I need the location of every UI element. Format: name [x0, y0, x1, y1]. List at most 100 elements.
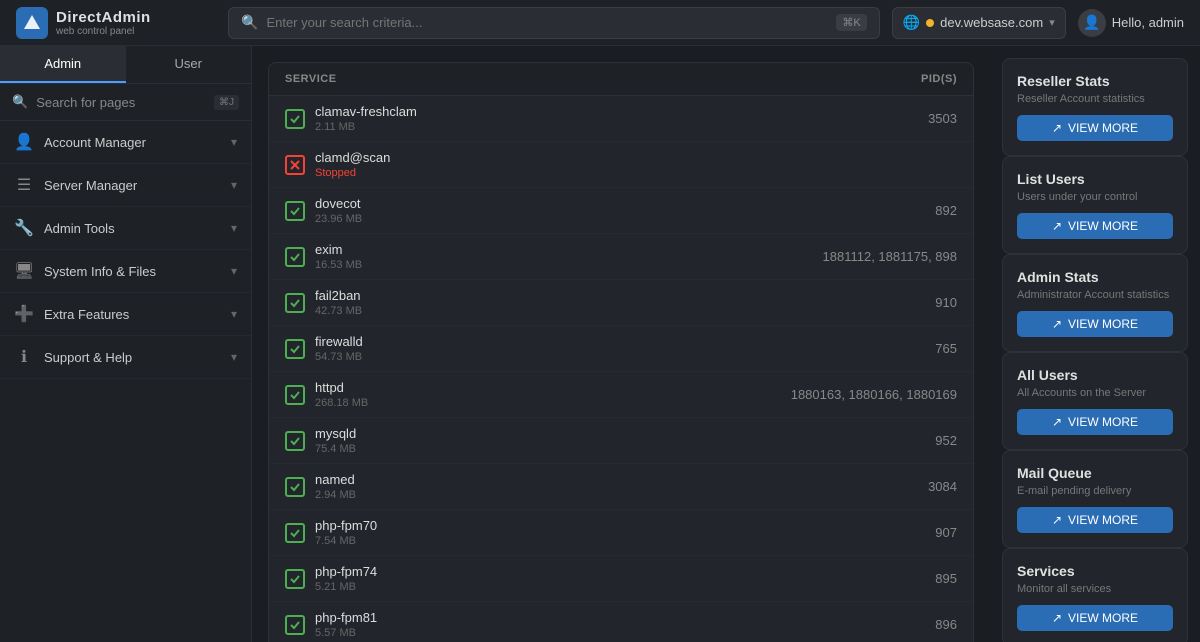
service-name: named [315, 472, 356, 487]
search-shortcut: ⌘K [836, 14, 866, 31]
table-row[interactable]: dovecot 23.96 MB 892 [269, 188, 973, 234]
topbar: DirectAdmin web control panel 🔍 ⌘K 🌐 dev… [0, 0, 1200, 46]
sidebar-item-account-manager[interactable]: 👤 Account Manager ▾ [0, 121, 251, 164]
stat-card-mail-queue: Mail Queue E-mail pending delivery ↗ VIE… [1002, 450, 1188, 548]
nav-label-extra-features: Extra Features [44, 307, 221, 322]
table-row[interactable]: php-fpm70 7.54 MB 907 [269, 510, 973, 556]
service-name-block: named 2.94 MB [315, 472, 356, 501]
chevron-icon-extra-features: ▾ [231, 307, 237, 321]
service-name: php-fpm70 [315, 518, 377, 533]
stat-cards: Reseller Stats Reseller Account statisti… [1002, 58, 1188, 642]
service-status-icon [285, 155, 305, 175]
table-row[interactable]: exim 16.53 MB 1881112, 1881175, 898 [269, 234, 973, 280]
service-mem: 2.94 MB [315, 489, 356, 501]
stat-card-title: Mail Queue [1017, 465, 1173, 481]
service-name-block: php-fpm81 5.57 MB [315, 610, 377, 639]
service-mem: 42.73 MB [315, 305, 362, 317]
nav-label-server-manager: Server Manager [44, 178, 221, 193]
stat-card-list-users: List Users Users under your control ↗ VI… [1002, 156, 1188, 254]
service-info: clamd@scan Stopped [285, 142, 757, 187]
service-pid: 3084 [757, 479, 957, 494]
service-pid: 907 [757, 525, 957, 540]
service-pid: 1880163, 1880166, 1880169 [757, 387, 957, 402]
service-name-block: php-fpm70 7.54 MB [315, 518, 377, 547]
service-name-block: fail2ban 42.73 MB [315, 288, 362, 317]
service-info: firewalld 54.73 MB [285, 326, 757, 371]
content-area: SERVICE PID(S) clamav-freshclam 2.11 MB … [252, 46, 1200, 642]
user-area[interactable]: 👤 Hello, admin [1078, 9, 1184, 37]
sidebar-item-server-manager[interactable]: ☰ Server Manager ▾ [0, 164, 251, 207]
service-name-block: mysqld 75.4 MB [315, 426, 356, 455]
service-pid: 952 [757, 433, 957, 448]
stat-card-all-users: All Users All Accounts on the Server ↗ V… [1002, 352, 1188, 450]
table-row[interactable]: firewalld 54.73 MB 765 [269, 326, 973, 372]
sidebar-item-system-info[interactable]: 🖥 System Info & Files ▾ [0, 250, 251, 293]
service-status-icon [285, 293, 305, 313]
service-pid: 896 [757, 617, 957, 632]
view-more-button-reseller-stats[interactable]: ↗ VIEW MORE [1017, 115, 1173, 141]
table-row[interactable]: php-fpm74 5.21 MB 895 [269, 556, 973, 602]
service-name: php-fpm74 [315, 564, 377, 579]
sidebar-search-label: Search for pages [36, 95, 206, 110]
service-name: clamd@scan [315, 150, 390, 165]
sidebar-item-admin-tools[interactable]: 🔧 Admin Tools ▾ [0, 207, 251, 250]
service-name: clamav-freshclam [315, 104, 417, 119]
tab-user[interactable]: User [126, 46, 252, 83]
view-more-button-services[interactable]: ↗ VIEW MORE [1017, 605, 1173, 631]
service-name: exim [315, 242, 362, 257]
topbar-search[interactable]: 🔍 ⌘K [228, 7, 880, 39]
service-pid: 892 [757, 203, 957, 218]
nav-icon-server-manager: ☰ [14, 175, 34, 195]
domain-text: dev.websase.com [940, 15, 1043, 30]
sidebar: Admin User 🔍 Search for pages ⌘J 👤 Accou… [0, 46, 252, 642]
service-pid: 3503 [757, 111, 957, 126]
service-pid: 1881112, 1881175, 898 [757, 249, 957, 264]
col-service: SERVICE [285, 73, 757, 85]
sidebar-search[interactable]: 🔍 Search for pages ⌘J [0, 84, 251, 121]
stat-card-admin-stats: Admin Stats Administrator Account statis… [1002, 254, 1188, 352]
view-more-button-mail-queue[interactable]: ↗ VIEW MORE [1017, 507, 1173, 533]
domain-selector[interactable]: 🌐 dev.websase.com ▾ [892, 7, 1066, 39]
stat-card-title: List Users [1017, 171, 1173, 187]
chevron-icon-account-manager: ▾ [231, 135, 237, 149]
nav-icon-support-help: ℹ [14, 347, 34, 367]
table-row[interactable]: httpd 268.18 MB 1880163, 1880166, 188016… [269, 372, 973, 418]
logo-area: DirectAdmin web control panel [16, 7, 216, 39]
search-input[interactable] [266, 15, 828, 30]
table-row[interactable]: named 2.94 MB 3084 [269, 464, 973, 510]
logo-icon [16, 7, 48, 39]
chevron-icon-admin-tools: ▾ [231, 221, 237, 235]
service-mem: 5.57 MB [315, 627, 377, 639]
stat-card-title: Services [1017, 563, 1173, 579]
service-status-icon [285, 523, 305, 543]
user-label: Hello, admin [1112, 15, 1184, 30]
table-row[interactable]: php-fpm81 5.57 MB 896 [269, 602, 973, 642]
view-more-button-admin-stats[interactable]: ↗ VIEW MORE [1017, 311, 1173, 337]
search-icon: 🔍 [241, 14, 258, 31]
link-icon-services: ↗ [1052, 611, 1062, 625]
table-row[interactable]: clamd@scan Stopped [269, 142, 973, 188]
stat-card-title: Admin Stats [1017, 269, 1173, 285]
stat-card-reseller-stats: Reseller Stats Reseller Account statisti… [1002, 58, 1188, 156]
table-row[interactable]: clamav-freshclam 2.11 MB 3503 [269, 96, 973, 142]
view-more-button-list-users[interactable]: ↗ VIEW MORE [1017, 213, 1173, 239]
tab-admin[interactable]: Admin [0, 46, 126, 83]
stat-card-title: All Users [1017, 367, 1173, 383]
service-name: dovecot [315, 196, 362, 211]
sidebar-item-support-help[interactable]: ℹ Support & Help ▾ [0, 336, 251, 379]
stat-card-desc: All Accounts on the Server [1017, 387, 1173, 399]
service-mem: 75.4 MB [315, 443, 356, 455]
table-row[interactable]: mysqld 75.4 MB 952 [269, 418, 973, 464]
service-mem: 268.18 MB [315, 397, 368, 409]
nav-icon-extra-features: ➕ [14, 304, 34, 324]
service-info: mysqld 75.4 MB [285, 418, 757, 463]
service-status-icon [285, 431, 305, 451]
sidebar-item-extra-features[interactable]: ➕ Extra Features ▾ [0, 293, 251, 336]
sidebar-search-icon: 🔍 [12, 94, 28, 110]
view-more-button-all-users[interactable]: ↗ VIEW MORE [1017, 409, 1173, 435]
stat-card-desc: E-mail pending delivery [1017, 485, 1173, 497]
service-status-icon [285, 477, 305, 497]
right-panel: Reseller Stats Reseller Account statisti… [990, 46, 1200, 642]
service-status-icon [285, 247, 305, 267]
table-row[interactable]: fail2ban 42.73 MB 910 [269, 280, 973, 326]
